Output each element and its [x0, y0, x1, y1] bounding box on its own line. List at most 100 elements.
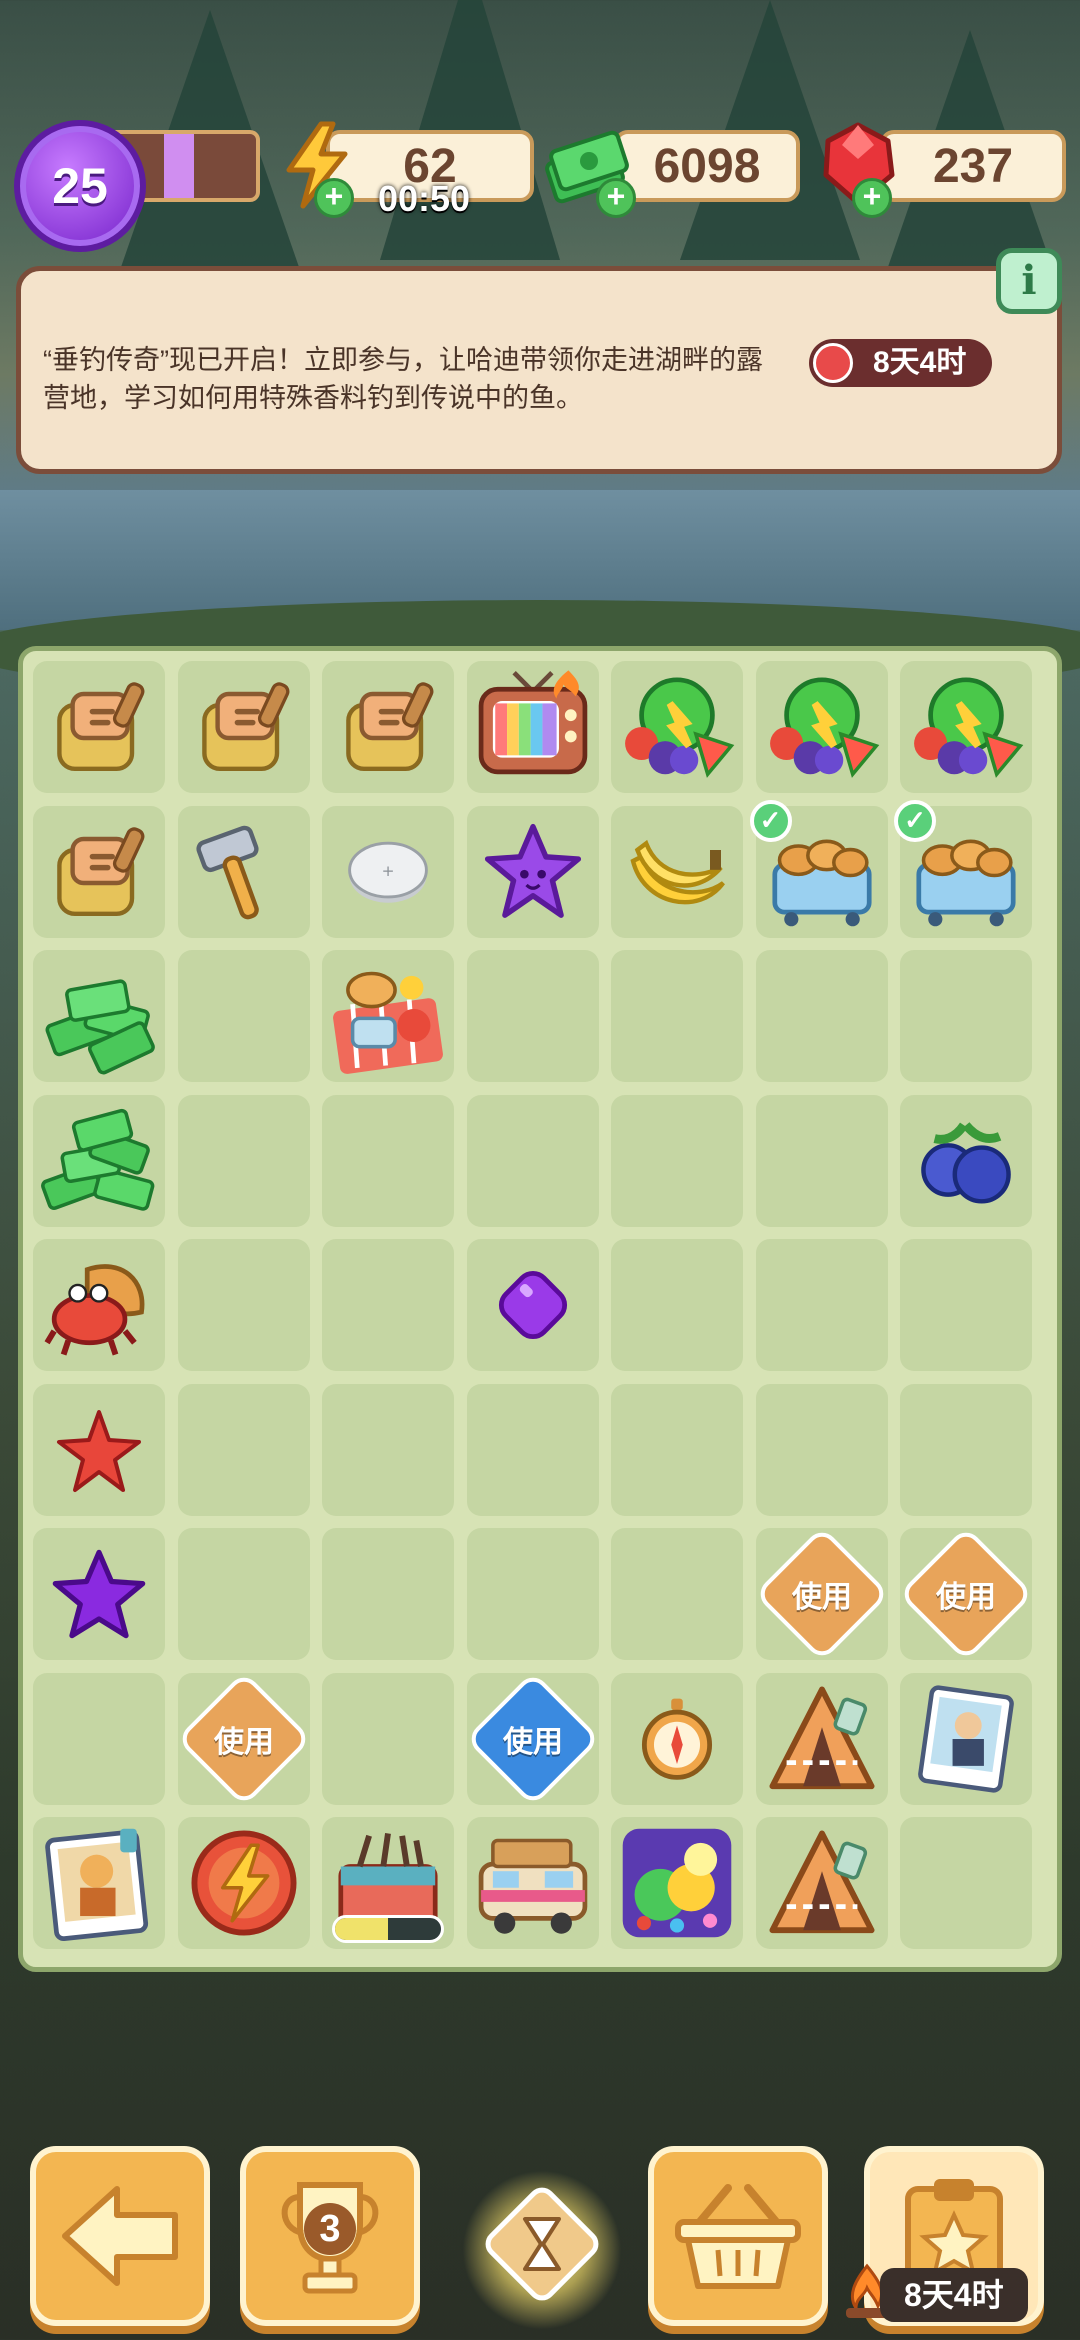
photo-man-icon[interactable] — [907, 1680, 1025, 1798]
cash-pile-icon[interactable] — [40, 957, 158, 1075]
tent-icon[interactable] — [763, 1680, 881, 1798]
board-cell[interactable] — [177, 1383, 310, 1516]
basket-button[interactable] — [648, 2146, 828, 2326]
board-cell[interactable] — [611, 661, 743, 793]
board-cell[interactable] — [33, 1528, 165, 1660]
blueberry-icon[interactable] — [907, 1102, 1025, 1220]
board-cell[interactable] — [177, 950, 310, 1082]
board-cell[interactable] — [611, 1383, 743, 1516]
fruit-basket-icon[interactable] — [618, 668, 736, 786]
fruit-basket-icon[interactable] — [763, 668, 881, 786]
board-cell[interactable] — [177, 1239, 310, 1371]
board-cell[interactable] — [611, 1528, 743, 1660]
tent-icon[interactable] — [763, 1824, 881, 1942]
board-cell[interactable]: + — [322, 805, 454, 938]
board-cell[interactable] — [900, 1239, 1032, 1371]
add-energy-button[interactable]: + — [314, 178, 354, 218]
board-cell[interactable] — [900, 1817, 1032, 1949]
use-booster-tag[interactable]: 使用 — [898, 1526, 1034, 1662]
board-cell[interactable] — [900, 1672, 1032, 1805]
level-badge[interactable]: 25 — [14, 120, 146, 252]
backpack-icon[interactable] — [329, 668, 447, 786]
board-cell[interactable] — [466, 950, 599, 1082]
trophy-button[interactable]: 3 — [240, 2146, 420, 2326]
board-cell[interactable] — [466, 1383, 599, 1516]
board-cell[interactable] — [177, 661, 310, 793]
board-cell[interactable] — [755, 950, 888, 1082]
purple-star-icon[interactable] — [474, 813, 592, 931]
board-cell[interactable] — [33, 1239, 165, 1371]
board-cell[interactable] — [755, 1672, 888, 1805]
board-cell[interactable] — [33, 661, 165, 793]
board-cell[interactable] — [611, 1672, 743, 1805]
board-cell[interactable] — [755, 1817, 888, 1949]
board-cell[interactable] — [33, 1672, 165, 1805]
hammer-icon[interactable] — [185, 813, 303, 931]
purple-star-2-icon[interactable] — [40, 1535, 158, 1653]
board-cell[interactable] — [466, 805, 599, 938]
board-cell[interactable] — [611, 1239, 743, 1371]
board-cell[interactable] — [900, 1383, 1032, 1516]
board-cell[interactable]: ✓ — [894, 799, 1032, 938]
board-cell[interactable] — [177, 805, 310, 938]
board-cell[interactable] — [177, 1094, 310, 1227]
board-cell[interactable] — [33, 1383, 165, 1516]
board-cell[interactable] — [177, 1817, 310, 1949]
picnic-icon[interactable] — [329, 957, 447, 1075]
board-cell[interactable] — [466, 1817, 599, 1949]
board-cell[interactable] — [322, 1672, 454, 1805]
compass-icon[interactable] — [618, 1680, 736, 1798]
board-cell[interactable] — [900, 1094, 1032, 1227]
board-cell[interactable] — [33, 950, 165, 1082]
energy-orb-icon[interactable] — [185, 1824, 303, 1942]
board-cell[interactable] — [177, 1528, 310, 1660]
hermit-crab-icon[interactable] — [40, 1246, 158, 1364]
board-cell[interactable] — [466, 1094, 599, 1227]
board-cell[interactable]: 使用 — [464, 1670, 601, 1807]
starfish-icon[interactable] — [40, 1391, 158, 1509]
add-cash-button[interactable]: + — [596, 178, 636, 218]
treasure-icon[interactable] — [618, 1824, 736, 1942]
board-cell[interactable]: 使用 — [175, 1670, 312, 1807]
board-cell[interactable] — [755, 1094, 888, 1227]
info-icon[interactable]: i — [996, 248, 1062, 314]
use-booster-tag[interactable]: 使用 — [464, 1670, 601, 1807]
coin-icon[interactable]: + — [329, 813, 447, 931]
board-cell[interactable] — [755, 661, 888, 793]
board-cell[interactable] — [611, 950, 743, 1082]
board-cell[interactable] — [466, 1528, 599, 1660]
backpack-icon[interactable] — [40, 668, 158, 786]
use-booster-tag[interactable]: 使用 — [175, 1670, 312, 1807]
photo-girl-icon[interactable] — [40, 1824, 158, 1942]
board-cell[interactable]: ✓ — [749, 799, 888, 938]
backpack-icon[interactable] — [40, 813, 158, 931]
board-cell[interactable] — [466, 661, 599, 793]
camper-van-icon[interactable] — [474, 1824, 592, 1942]
use-booster-tag[interactable]: 使用 — [753, 1526, 890, 1662]
board-cell[interactable] — [322, 950, 454, 1082]
purple-gem-icon[interactable] — [474, 1246, 592, 1364]
board-cell[interactable] — [322, 1528, 454, 1660]
fruit-basket-icon[interactable] — [907, 668, 1025, 786]
board-cell[interactable] — [322, 1383, 454, 1516]
cash-heap-icon[interactable] — [40, 1102, 158, 1220]
board-cell[interactable] — [33, 805, 165, 938]
board-cell[interactable] — [33, 1817, 165, 1949]
board-cell[interactable] — [611, 805, 743, 938]
board-cell[interactable] — [322, 661, 454, 793]
event-banner[interactable]: “垂钓传奇”现已开启！立即参与，让哈迪带领你走进湖畔的露营地，学习如何用特殊香料… — [16, 266, 1062, 474]
back-button[interactable] — [30, 2146, 210, 2326]
board-cell[interactable] — [755, 1383, 888, 1516]
add-gems-button[interactable]: + — [852, 178, 892, 218]
banana-icon[interactable] — [618, 813, 736, 931]
board-cell[interactable] — [322, 1239, 454, 1371]
backpack-icon[interactable] — [185, 668, 303, 786]
tv-icon[interactable] — [474, 668, 592, 786]
board-cell[interactable] — [322, 1817, 454, 1949]
board-cell[interactable] — [33, 1094, 165, 1227]
board-cell[interactable]: 使用 — [898, 1526, 1034, 1662]
board-cell[interactable]: 使用 — [753, 1526, 890, 1662]
board-cell[interactable] — [755, 1239, 888, 1371]
board-cell[interactable] — [900, 950, 1032, 1082]
board-cell[interactable] — [466, 1239, 599, 1371]
